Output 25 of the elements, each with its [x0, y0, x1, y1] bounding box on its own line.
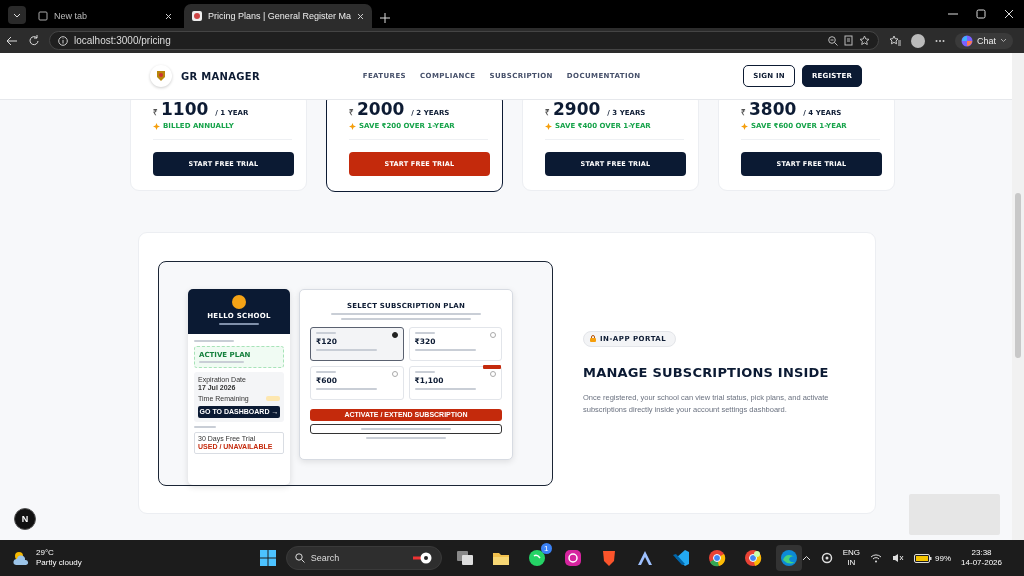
input-language[interactable]: ENG — [842, 548, 861, 558]
chat-button[interactable]: Chat — [955, 32, 1013, 49]
price: 3800 — [749, 99, 797, 119]
taskbar-app[interactable]: 1 — [523, 545, 550, 571]
search-field[interactable]: Search — [285, 546, 442, 570]
currency-symbol: ₹ — [741, 107, 746, 117]
address-bar[interactable]: localhost:3000/pricing — [49, 31, 879, 50]
browser-tab[interactable]: Pricing Plans | General Register Ma — [184, 4, 372, 28]
price: 1100 — [161, 99, 209, 119]
currency-symbol: ₹ — [153, 107, 158, 117]
currency-symbol: ₹ — [349, 107, 354, 117]
price: 2000 — [357, 99, 405, 119]
browser-tab[interactable]: New tab — [30, 4, 180, 28]
clock-time[interactable]: 23:38 — [971, 548, 992, 558]
price: 2900 — [553, 99, 601, 119]
input-region[interactable]: IN — [847, 558, 856, 568]
temperature[interactable]: 29°C — [36, 548, 82, 558]
clock-date[interactable]: 14-07-2026 — [961, 558, 1002, 568]
battery-percent[interactable]: 99% — [935, 553, 952, 563]
section-heading: MANAGE SUBSCRIPTIONS INSIDE — [583, 364, 830, 380]
weather-condition[interactable]: Partly cloudy — [36, 558, 82, 568]
currency-symbol: ₹ — [545, 107, 550, 117]
notification-count: 1 — [540, 543, 552, 554]
brand-name[interactable]: GR MANAGER — [181, 70, 260, 82]
dev-indicator-button[interactable]: N — [14, 508, 36, 530]
